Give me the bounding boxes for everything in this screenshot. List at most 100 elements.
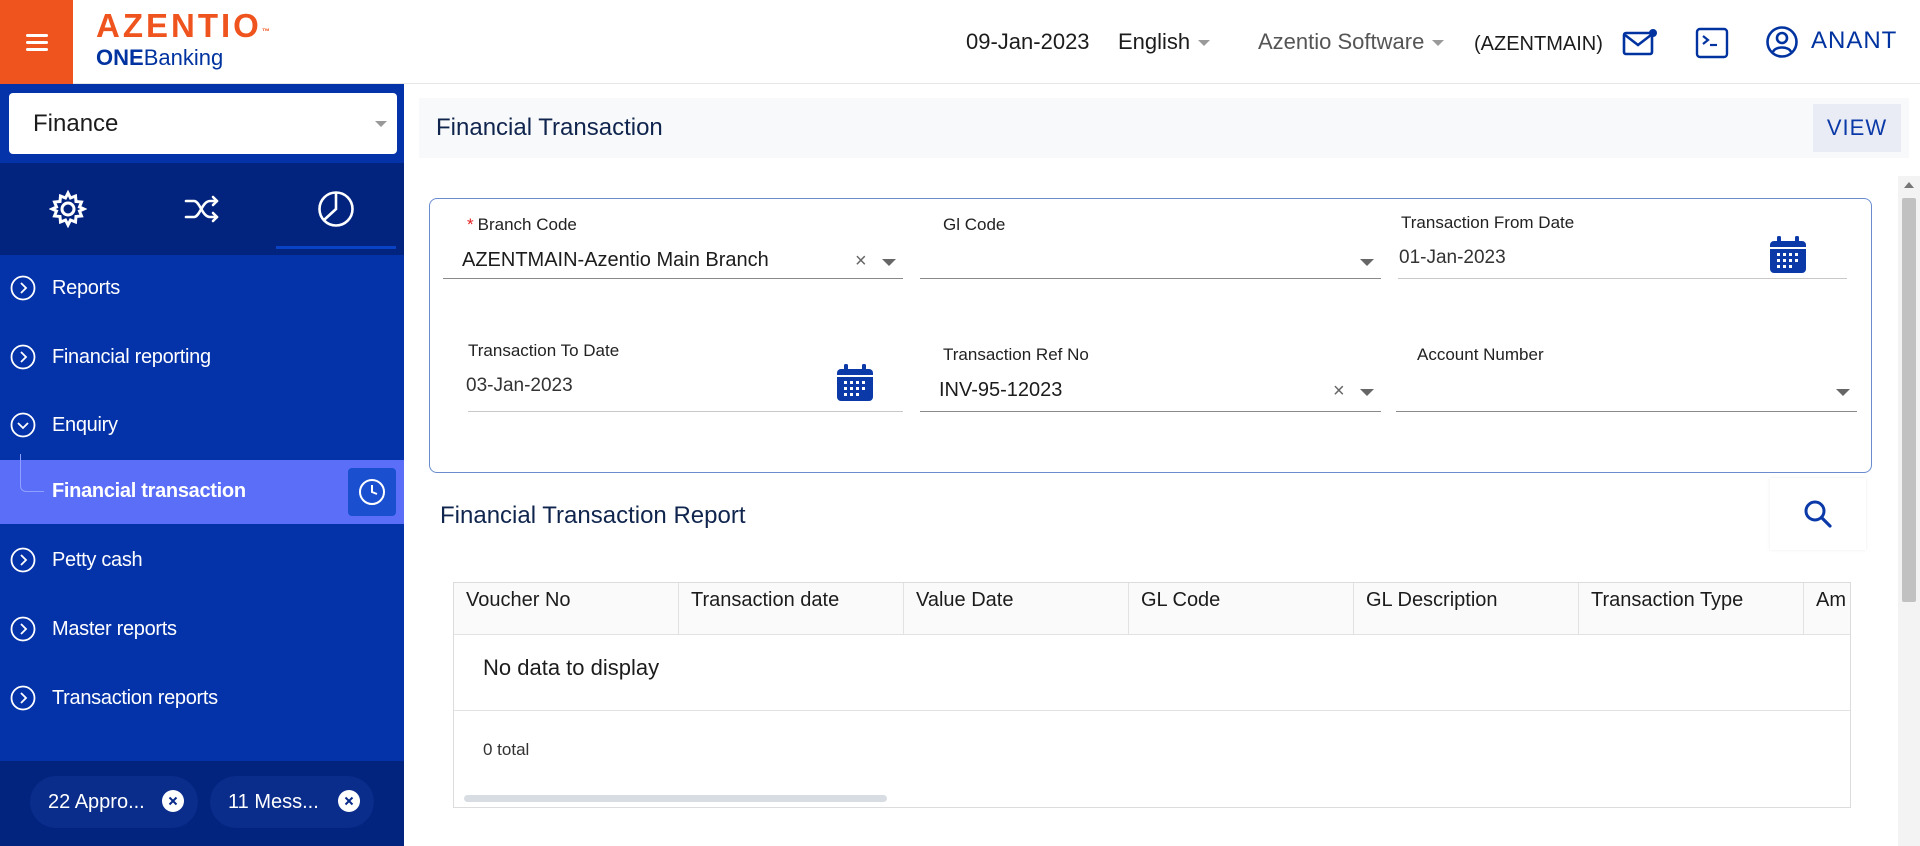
- field-label: Transaction To Date: [468, 341, 620, 360]
- main-content: Financial Transaction VIEW * Branch Code …: [404, 84, 1920, 846]
- calendar-icon[interactable]: [1768, 235, 1808, 275]
- sidebar-item-transaction-reports[interactable]: Transaction reports: [0, 665, 404, 731]
- gear-icon: [49, 190, 87, 228]
- mail-icon: [1622, 29, 1657, 56]
- empty-state-text: No data to display: [483, 655, 660, 680]
- close-icon[interactable]: [338, 790, 360, 812]
- sidebar-item-financial-reporting[interactable]: Financial reporting: [0, 324, 404, 390]
- horizontal-scrollbar[interactable]: [464, 795, 887, 802]
- tree-connector: [20, 454, 44, 492]
- ref-no-value: INV-95-12023: [939, 379, 1063, 401]
- chevron-down-icon[interactable]: [1836, 389, 1850, 396]
- field-underline: [1398, 278, 1847, 279]
- field-underline: [468, 411, 903, 412]
- table-header: Voucher No Transaction date Value Date G…: [454, 583, 1850, 635]
- company-select[interactable]: Azentio Software: [1258, 29, 1445, 55]
- search-button[interactable]: [1770, 478, 1866, 550]
- chevron-down-icon[interactable]: [1360, 259, 1374, 266]
- branch-code-field[interactable]: * Branch Code AZENTMAIN-Azentio Main Bran…: [443, 215, 903, 295]
- chevron-down-icon[interactable]: [1360, 389, 1374, 396]
- sidebar-subitem-financial-transaction[interactable]: Financial transaction: [0, 454, 404, 524]
- transaction-from-date-field[interactable]: Transaction From Date 01-Jan-2023: [1398, 213, 1847, 295]
- sidebar-item-label: Petty cash: [52, 548, 143, 571]
- sidebar-footer: 22 Appro... 11 Mess...: [0, 761, 404, 846]
- page-title: Financial Transaction: [436, 114, 663, 141]
- pie-chart-icon: [318, 191, 354, 227]
- search-icon: [1804, 500, 1832, 528]
- sidebar-item-label: Master reports: [52, 617, 177, 640]
- scroll-up-icon[interactable]: [1904, 182, 1914, 188]
- clock-icon: [359, 479, 385, 505]
- field-underline: [920, 411, 1381, 412]
- shuffle-icon: [184, 195, 219, 223]
- tab-settings[interactable]: [8, 163, 128, 255]
- scrollbar-thumb[interactable]: [1902, 198, 1916, 602]
- view-button[interactable]: VIEW: [1813, 104, 1901, 152]
- field-underline: [920, 278, 1381, 279]
- sidebar-item-petty-cash[interactable]: Petty cash: [0, 527, 404, 593]
- chip-label: 22 Appro...: [48, 790, 145, 813]
- sidebar-item-label: Transaction reports: [52, 686, 218, 709]
- column-header[interactable]: Am: [1804, 583, 1850, 635]
- column-header[interactable]: Value Date: [904, 583, 1129, 635]
- module-select[interactable]: Finance: [9, 93, 397, 154]
- column-header[interactable]: Transaction Type: [1579, 583, 1804, 635]
- chevron-right-circle-icon: [10, 344, 36, 370]
- user-name[interactable]: ANANT: [1811, 28, 1897, 54]
- close-icon[interactable]: [162, 790, 184, 812]
- gl-code-field[interactable]: Gl Code: [920, 215, 1381, 295]
- sidebar-item-master-reports[interactable]: Master reports: [0, 596, 404, 662]
- divider: [454, 710, 1850, 711]
- tab-reports[interactable]: [276, 163, 396, 255]
- branch-label: (AZENTMAIN): [1474, 33, 1603, 55]
- transaction-to-date-field[interactable]: Transaction To Date 03-Jan-2023: [466, 341, 903, 425]
- approvals-chip[interactable]: 22 Appro...: [30, 776, 198, 828]
- clear-icon[interactable]: ×: [1333, 381, 1345, 401]
- terminal-icon: [1695, 27, 1729, 59]
- to-date-value: 03-Jan-2023: [466, 375, 573, 396]
- hamburger-menu-button[interactable]: [0, 0, 73, 84]
- tab-workflow[interactable]: [142, 163, 262, 255]
- field-underline: [1396, 411, 1857, 412]
- chevron-down-icon: [375, 121, 387, 127]
- chevron-down-icon[interactable]: [882, 259, 896, 266]
- column-header[interactable]: Voucher No: [454, 583, 679, 635]
- chevron-right-circle-icon: [10, 547, 36, 573]
- recent-history-button[interactable]: [348, 468, 396, 516]
- sidebar-icon-tabs: [0, 163, 404, 255]
- hamburger-icon: [25, 34, 48, 51]
- sidebar-item-label: Reports: [52, 276, 120, 299]
- chevron-right-circle-icon: [10, 616, 36, 642]
- account-number-field[interactable]: Account Number: [1396, 345, 1857, 425]
- clear-icon[interactable]: ×: [855, 251, 867, 271]
- sidebar: Finance Reports Financial reporting Enqu…: [0, 84, 404, 846]
- user-circle-icon: [1766, 26, 1798, 58]
- app-logo: AZENTIO™ ONEBanking: [96, 8, 270, 70]
- sidebar-item-enquiry[interactable]: Enquiry: [0, 392, 404, 458]
- module-select-value: Finance: [33, 109, 119, 137]
- report-title: Financial Transaction Report: [440, 502, 746, 529]
- field-label: Transaction Ref No: [943, 345, 1089, 364]
- column-header[interactable]: GL Description: [1354, 583, 1579, 635]
- chip-label: 11 Mess...: [228, 790, 319, 813]
- vertical-scrollbar[interactable]: [1898, 176, 1920, 846]
- sidebar-item-reports[interactable]: Reports: [0, 255, 404, 321]
- chevron-right-circle-icon: [10, 685, 36, 711]
- sidebar-item-label: Enquiry: [52, 413, 118, 436]
- from-date-value: 01-Jan-2023: [1399, 247, 1506, 268]
- logo-brand: AZENTIO™: [96, 7, 270, 44]
- column-header[interactable]: GL Code: [1129, 583, 1354, 635]
- mail-notification-button[interactable]: [1622, 26, 1658, 60]
- field-underline: [443, 278, 903, 279]
- field-label: Gl Code: [943, 215, 1006, 234]
- terminal-button[interactable]: [1694, 26, 1730, 60]
- transaction-ref-no-field[interactable]: Transaction Ref No INV-95-12023 ×: [920, 345, 1381, 425]
- report-table: Voucher No Transaction date Value Date G…: [453, 582, 1851, 808]
- column-header[interactable]: Transaction date: [679, 583, 904, 635]
- chevron-down-icon: [1432, 40, 1445, 46]
- messages-chip[interactable]: 11 Mess...: [210, 776, 374, 828]
- user-profile-button[interactable]: [1764, 25, 1800, 59]
- language-select[interactable]: English: [1118, 29, 1211, 55]
- calendar-icon[interactable]: [835, 363, 875, 403]
- top-header: AZENTIO™ ONEBanking 09-Jan-2023 English …: [0, 0, 1920, 84]
